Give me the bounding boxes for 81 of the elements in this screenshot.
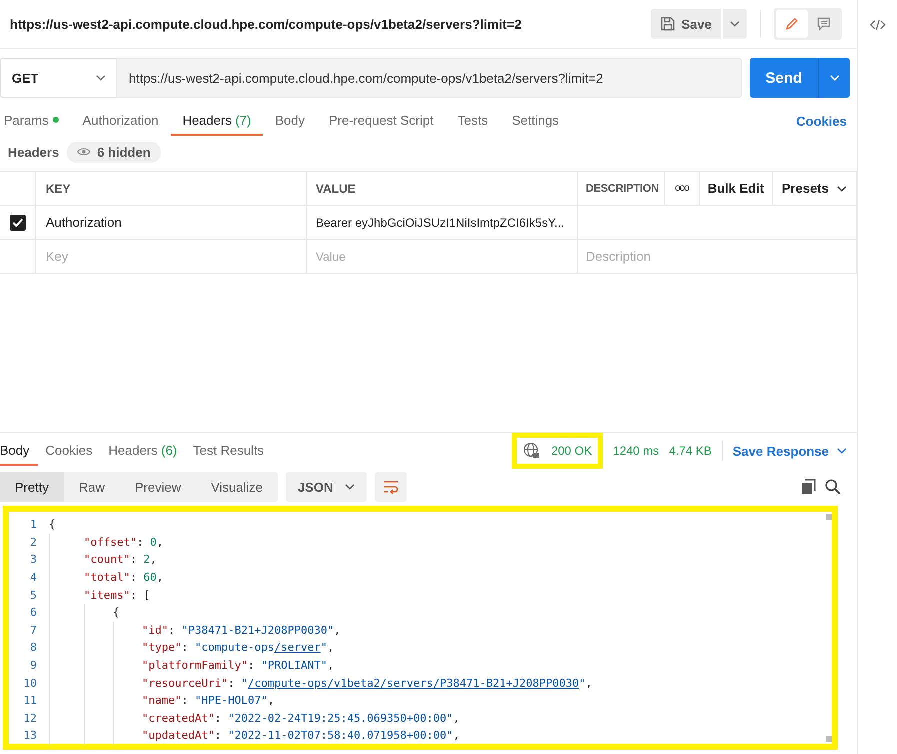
code-line: "type": "compute-ops/server", (142, 640, 334, 656)
code-line: "resourceUri": "/compute-ops/v1beta2/servers/P38471-B21+J208PP0030", (142, 676, 592, 692)
code-line: "name": "HPE-HOL07", (142, 693, 274, 710)
caret-icon (836, 186, 847, 192)
line-number: 4 (29, 570, 38, 586)
code-line: "offset": 0, (84, 534, 164, 551)
line-number: 8 (29, 640, 38, 656)
line-number: 5 (29, 588, 38, 604)
line-number: 12 (22, 710, 38, 727)
line-number: 1 (29, 517, 38, 534)
request-title: https://us-west2-api.compute.cloud.hpe.com/compute-ops/v1beta2/servers?limit=2 (10, 16, 523, 32)
cookies-link[interactable]: Cookies (796, 114, 847, 128)
response-tab[interactable]: Test Results (185, 436, 272, 466)
code-line: "platformFamily": "PROLIANT", (142, 658, 334, 674)
request-tab[interactable]: Pre-request Script (316, 106, 446, 136)
line-number: 7 (29, 622, 38, 639)
code-line: { (49, 517, 56, 534)
status-code: 200 OK (551, 444, 592, 458)
search-icon[interactable] (825, 479, 841, 495)
caret-icon (730, 21, 740, 27)
column-header: VALUE (316, 182, 356, 196)
comment-icon (817, 17, 831, 31)
view-mode-tab[interactable]: Preview (120, 472, 196, 502)
response-tab[interactable]: Body (0, 436, 38, 466)
globe-lock-icon (523, 442, 542, 460)
table-cell: Authorization (46, 215, 122, 230)
response-tab[interactable]: Cookies (38, 436, 101, 466)
code-line: "id": "P38471-B21+J208PP0030", (142, 622, 341, 639)
column-header: DESCRIPTION (586, 182, 659, 194)
wrap-button[interactable] (375, 472, 408, 502)
response-time: 1240 ms (613, 444, 660, 458)
code-icon[interactable] (870, 18, 886, 32)
save-button[interactable]: Save (650, 9, 721, 39)
format-select[interactable]: JSON (286, 472, 368, 502)
column-header: KEY (46, 182, 71, 196)
copy-icon[interactable] (801, 479, 817, 495)
save-response-button[interactable]: Save Response (732, 444, 847, 458)
presets-button[interactable]: Presets (773, 172, 857, 205)
checkbox[interactable] (10, 214, 26, 230)
code-line: "updatedAt": "2022-11-02T07:58:40.071958+00:00", (142, 728, 460, 744)
table-cell: Bearer eyJhbGciOiJSUzI1NiIsImtpZCI6Ik5sY... (316, 216, 565, 230)
url-field[interactable]: https://us-west2-api.compute.cloud.hpe.com/compute-ops/v1beta2/servers?limit=2 (116, 58, 742, 98)
code-line: "count": 2, (84, 552, 157, 568)
view-mode-tab[interactable]: Visualize (196, 472, 278, 502)
scroll-marker (826, 514, 832, 520)
caret-icon (830, 75, 840, 81)
response-tab[interactable]: Headers (6) (100, 436, 186, 466)
bulk-edit-button[interactable]: Bulk Edit (700, 172, 773, 205)
scroll-marker (826, 736, 832, 742)
more-button[interactable]: ooo (665, 172, 700, 205)
eye-icon (77, 147, 92, 157)
request-tab[interactable]: Settings (500, 106, 572, 136)
line-number: 11 (22, 693, 38, 710)
code-line: { (113, 605, 120, 622)
request-tab[interactable]: Headers (7) (170, 106, 264, 136)
line-number: 3 (29, 552, 38, 568)
wrap-lines-icon (383, 480, 400, 494)
line-number: 13 (22, 728, 38, 744)
response-size: 4.74 KB (669, 444, 712, 458)
edit-mode-button[interactable] (776, 10, 808, 38)
code-line: "total": 60, (84, 570, 164, 586)
request-tab[interactable]: Params (0, 106, 71, 136)
caret-icon (837, 448, 847, 454)
request-tab[interactable]: Authorization (70, 106, 171, 136)
line-number: 10 (22, 676, 38, 692)
code-line: "createdAt": "2022-02-24T19:25:45.069350+00:00", (142, 710, 460, 727)
send-button[interactable]: Send (750, 58, 818, 98)
caret-icon (345, 484, 356, 490)
request-tab[interactable]: Tests (446, 106, 500, 136)
view-mode-tab[interactable]: Pretty (0, 472, 64, 502)
line-number: 9 (29, 658, 38, 674)
caret-icon (96, 75, 106, 81)
line-number: 2 (29, 534, 38, 551)
send-options-button[interactable] (818, 58, 850, 98)
section-title: Headers (8, 144, 60, 160)
request-tab[interactable]: Body (263, 106, 317, 136)
view-mode-tab[interactable]: Raw (64, 472, 120, 502)
code-line: "items": [ (84, 588, 150, 604)
pencil-icon (785, 17, 799, 31)
hidden-headers-toggle[interactable]: 6 hidden (67, 142, 161, 162)
line-number: 6 (29, 605, 38, 622)
